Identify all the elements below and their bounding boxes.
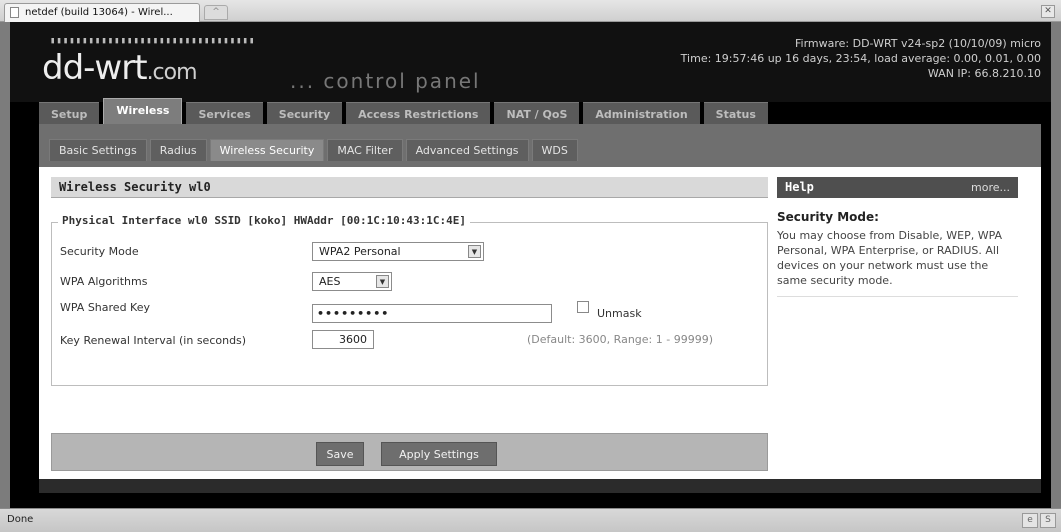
page-header: ▮▮▮▮▮▮▮▮▮▮▮▮▮▮▮▮▮▮▮▮▮▮▮▮▮▮▮▮▮▮▮▮ dd-wrt.… <box>10 22 1051 102</box>
security-mode-select[interactable]: WPA2 Personal ▼ <box>312 242 484 261</box>
chevron-down-icon: ▼ <box>468 245 481 258</box>
key-renewal-hint: (Default: 3600, Range: 1 - 99999) <box>527 333 713 346</box>
interface-fieldset: Physical Interface wl0 SSID [koko] HWAdd… <box>51 214 768 386</box>
close-icon[interactable]: ✕ <box>1041 5 1055 18</box>
section-title: Wireless Security wl0 <box>51 177 768 198</box>
browser-tab-strip: netdef (build 13064) - Wirel... ^ ✕ <box>0 0 1061 22</box>
key-renewal-input[interactable]: 3600 <box>312 330 374 349</box>
tab-nat-qos[interactable]: NAT / QoS <box>494 102 580 124</box>
tab-administration[interactable]: Administration <box>583 102 700 124</box>
save-button[interactable]: Save <box>316 442 364 466</box>
tab-security[interactable]: Security <box>266 102 343 124</box>
status-text: Done <box>7 514 34 525</box>
content-area: Wireless Security wl0 Physical Interface… <box>39 167 1041 479</box>
button-bar: Save Apply Settings <box>51 433 768 471</box>
control-panel-label: ... control panel <box>290 69 481 93</box>
subtab-mac-filter[interactable]: MAC Filter <box>327 139 403 161</box>
help-title: Help <box>785 180 814 194</box>
tab-services[interactable]: Services <box>186 102 263 124</box>
help-heading: Security Mode: <box>777 210 879 224</box>
wan-ip-info: WAN IP: 66.8.210.10 <box>927 67 1041 80</box>
help-header: Help more... <box>777 177 1018 198</box>
unmask-label: Unmask <box>597 307 642 320</box>
firmware-info: Firmware: DD-WRT v24-sp2 (10/10/09) micr… <box>794 37 1041 50</box>
security-mode-label: Security Mode <box>60 245 139 258</box>
help-body: You may choose from Disable, WEP, WPA Pe… <box>777 228 1018 297</box>
security-mode-value: WPA2 Personal <box>319 245 401 258</box>
key-renewal-label: Key Renewal Interval (in seconds) <box>60 334 247 347</box>
new-tab-button[interactable]: ^ <box>204 5 228 20</box>
decorative-dots: ▮▮▮▮▮▮▮▮▮▮▮▮▮▮▮▮▮▮▮▮▮▮▮▮▮▮▮▮▮▮▮▮ <box>50 36 256 46</box>
browser-window: netdef (build 13064) - Wirel... ^ ✕ ▮▮▮▮… <box>0 0 1061 532</box>
subtab-wds[interactable]: WDS <box>531 139 578 161</box>
tab-status[interactable]: Status <box>703 102 768 124</box>
logo-suffix: .com <box>146 60 198 85</box>
wpa-shared-key-input[interactable]: ••••••••• <box>312 304 552 323</box>
content-footer <box>39 479 1041 493</box>
wpa-algorithms-select[interactable]: AES ▼ <box>312 272 392 291</box>
status-icons: e S <box>1022 513 1056 528</box>
tab-wireless[interactable]: Wireless <box>103 98 183 124</box>
page-icon <box>10 7 19 18</box>
subtab-wireless-security[interactable]: Wireless Security <box>209 139 325 161</box>
router-page: ▮▮▮▮▮▮▮▮▮▮▮▮▮▮▮▮▮▮▮▮▮▮▮▮▮▮▮▮▮▮▮▮ dd-wrt.… <box>10 22 1051 508</box>
help-panel: Help more... Security Mode: You may choo… <box>777 177 1018 297</box>
system-info: Firmware: DD-WRT v24-sp2 (10/10/09) micr… <box>681 36 1041 81</box>
wpa-shared-key-label: WPA Shared Key <box>60 301 150 314</box>
security-icon[interactable]: S <box>1040 513 1056 528</box>
interface-legend: Physical Interface wl0 SSID [koko] HWAdd… <box>58 214 470 227</box>
uptime-info: Time: 19:57:46 up 16 days, 23:54, load a… <box>680 52 1041 65</box>
wpa-algorithms-label: WPA Algorithms <box>60 275 148 288</box>
browser-status-bar: Done e S <box>0 508 1061 532</box>
sub-nav-band: Basic Settings Radius Wireless Security … <box>39 124 1041 167</box>
unmask-checkbox[interactable] <box>577 301 589 313</box>
wpa-algorithms-value: AES <box>319 275 341 288</box>
apply-settings-button[interactable]: Apply Settings <box>381 442 497 466</box>
tab-setup[interactable]: Setup <box>39 102 100 124</box>
main-panel: Wireless Security wl0 Physical Interface… <box>51 177 768 386</box>
subtab-radius[interactable]: Radius <box>149 139 207 161</box>
plus-icon: ^ <box>212 7 220 17</box>
main-nav: Setup Wireless Services Security Access … <box>39 98 768 124</box>
ie-icon[interactable]: e <box>1022 513 1038 528</box>
help-more-link[interactable]: more... <box>971 177 1010 198</box>
subtab-advanced-settings[interactable]: Advanced Settings <box>405 139 529 161</box>
sub-nav: Basic Settings Radius Wireless Security … <box>49 139 578 161</box>
chevron-down-icon: ▼ <box>376 275 389 288</box>
ddwrt-logo: dd-wrt.com <box>42 48 198 88</box>
browser-tab[interactable]: netdef (build 13064) - Wirel... <box>4 3 200 22</box>
browser-tab-title: netdef (build 13064) - Wirel... <box>25 7 173 18</box>
tab-access-restrictions[interactable]: Access Restrictions <box>346 102 491 124</box>
subtab-basic-settings[interactable]: Basic Settings <box>49 139 147 161</box>
logo-main: dd-wrt <box>42 48 148 88</box>
